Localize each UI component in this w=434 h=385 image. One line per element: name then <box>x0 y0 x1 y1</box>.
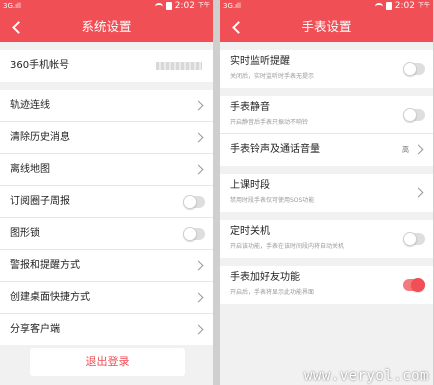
wifi-icon <box>374 2 383 10</box>
add-friend-toggle[interactable] <box>403 278 425 292</box>
account-label: 360手机帐号 <box>10 60 70 71</box>
watch-item-description: 开启静音后手表只振动不响铃 <box>230 119 309 126</box>
clock-ampm: 下午 <box>197 2 210 9</box>
chevron-right-icon <box>193 100 204 110</box>
chevron-right-icon <box>193 164 204 174</box>
watch-item-description: 开启该功能，手表在该时间段内将自动关机 <box>230 243 345 250</box>
signal-carrier-text: 3G.ıll <box>3 2 21 10</box>
masked-account-value <box>156 62 202 70</box>
watch-item-label: 手表静音 <box>230 102 270 113</box>
chevron-right-icon <box>193 132 204 142</box>
watch-item-mute: 手表静音 开启静音后手表只振动不响铃 <box>220 96 433 134</box>
status-bar: 3G.ıll 2:02 下午 <box>220 0 433 12</box>
watch-item-live-listen: 实时监听提醒 关闭后，实时监听时手表无提示 <box>220 50 433 88</box>
weekly-report-toggle[interactable] <box>183 194 205 209</box>
battery-icon <box>385 2 392 10</box>
settings-item-alert-method[interactable]: 警报和提醒方式 <box>0 250 213 282</box>
watch-settings-screen: 3G.ıll 2:02 下午 手表设置 实时监听提醒 关闭后，实时监听时手表无提… <box>220 0 433 385</box>
watch-item-label: 手表铃声及通话音量 <box>230 144 320 155</box>
watermark: www.veryol.com <box>303 368 429 384</box>
volume-value: 高 <box>402 146 409 154</box>
toggle-knob <box>411 278 425 292</box>
settings-item-desktop-shortcut[interactable]: 创建桌面快捷方式 <box>0 282 213 314</box>
chevron-right-icon <box>193 260 204 270</box>
settings-item-offline-map[interactable]: 离线地图 <box>0 154 213 186</box>
watch-item-label: 定时关机 <box>230 226 270 237</box>
clock-time: 2:02 <box>394 1 415 11</box>
settings-item-label: 清除历史消息 <box>10 132 70 143</box>
settings-item-label: 轨迹连线 <box>10 100 50 111</box>
page-title: 系统设置 <box>81 19 132 34</box>
watch-item-description: 禁用时段手表仅可使用SOS功能 <box>230 197 315 204</box>
watch-item-description: 开启后，手表将显示此功能界面 <box>230 289 315 296</box>
watch-item-scheduled-shutdown: 定时关机 开启该功能，手表在该时间段内将自动关机 <box>220 220 433 258</box>
toggle-knob <box>403 232 417 246</box>
pattern-lock-toggle[interactable] <box>183 226 205 241</box>
clock-time: 2:02 <box>174 1 195 11</box>
settings-item-weekly-report: 订阅圈子周报 <box>0 186 213 218</box>
settings-item-share-client[interactable]: 分享客户端 <box>0 314 213 346</box>
watch-item-label: 实时监听提醒 <box>230 56 290 67</box>
toggle-knob <box>183 226 197 241</box>
status-bar: 3G.ıll 2:02 下午 <box>0 0 213 12</box>
clock-ampm: 下午 <box>417 2 430 9</box>
toggle-knob <box>403 107 417 122</box>
signal-carrier-text: 3G.ıll <box>223 2 241 10</box>
wifi-icon <box>154 2 163 10</box>
live-listen-toggle[interactable] <box>403 62 425 76</box>
settings-item-label: 分享客户端 <box>10 324 60 335</box>
watch-item-description: 关闭后，实时监听时手表无提示 <box>230 73 315 80</box>
settings-item-label: 警报和提醒方式 <box>10 260 80 271</box>
watch-item-label: 上课时段 <box>230 180 270 191</box>
title-bar: 手表设置 <box>220 12 433 42</box>
settings-item-label: 创建桌面快捷方式 <box>10 292 90 303</box>
account-row[interactable]: 360手机帐号 <box>0 50 213 82</box>
mute-toggle[interactable] <box>403 107 425 122</box>
chevron-right-icon <box>193 324 204 334</box>
settings-item-track-line[interactable]: 轨迹连线 <box>0 90 213 122</box>
watch-item-class-time[interactable]: 上课时段 禁用时段手表仅可使用SOS功能 <box>220 174 433 212</box>
settings-item-label: 订阅圈子周报 <box>10 196 70 207</box>
chevron-right-icon <box>413 187 424 198</box>
system-settings-screen: 3G.ıll 2:02 下午 系统设置 360手机帐号 轨迹连线 清除历史消息 … <box>0 0 213 385</box>
watch-item-add-friend: 手表加好友功能 开启后，手表将显示此功能界面 <box>220 266 433 304</box>
logout-area: 退出登录 <box>0 345 213 379</box>
watch-item-ringtone-volume[interactable]: 手表铃声及通话音量 高 <box>220 134 433 166</box>
watch-item-label: 手表加好友功能 <box>230 272 300 283</box>
settings-item-pattern-lock: 图形锁 <box>0 218 213 250</box>
toggle-knob <box>183 194 197 209</box>
chevron-right-icon <box>193 292 204 302</box>
logout-button[interactable]: 退出登录 <box>30 348 185 376</box>
settings-item-label: 图形锁 <box>10 228 40 239</box>
scheduled-shutdown-toggle[interactable] <box>403 232 425 246</box>
title-bar: 系统设置 <box>0 12 213 42</box>
settings-item-label: 离线地图 <box>10 164 50 175</box>
toggle-knob <box>403 62 417 76</box>
page-title: 手表设置 <box>301 19 352 34</box>
battery-icon <box>165 2 172 10</box>
chevron-right-icon <box>413 144 424 155</box>
settings-item-clear-history[interactable]: 清除历史消息 <box>0 122 213 154</box>
